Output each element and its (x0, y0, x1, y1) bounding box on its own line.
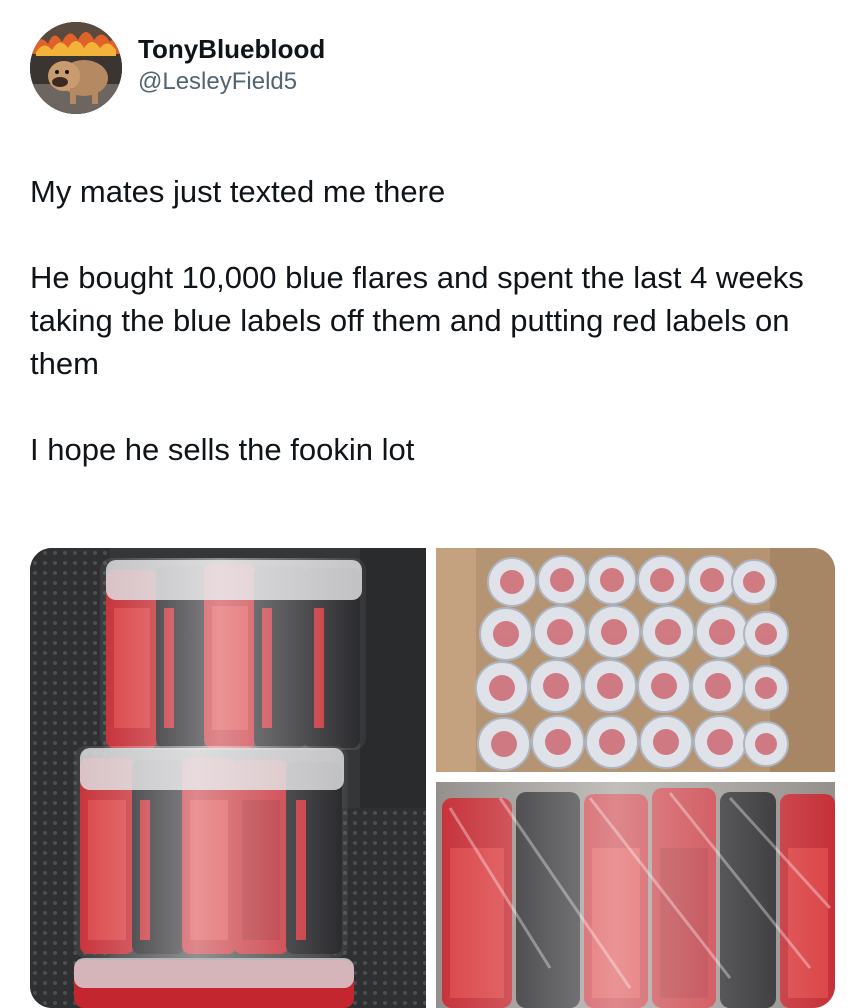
media-grid (30, 548, 835, 1008)
user-handle[interactable]: @LesleyField5 (138, 66, 538, 98)
tweet-paragraph: I hope he sells the fookin lot (30, 432, 415, 467)
photo-box-of-wrapped-flares[interactable] (436, 548, 835, 772)
tweet-paragraph: My mates just texted me there (30, 174, 446, 209)
author-names: TonyBlueblood @LesleyField5 (138, 32, 538, 98)
tweet-text: My mates just texted me there He bought … (30, 170, 830, 471)
bulldog-avatar-icon (30, 22, 122, 114)
photo-flares-closeup[interactable] (436, 782, 835, 1008)
tweet-paragraph: He bought 10,000 blue flares and spent t… (30, 260, 804, 381)
avatar[interactable] (30, 22, 122, 114)
media-grid-svg (30, 548, 835, 1008)
display-name[interactable]: TonyBlueblood (138, 32, 538, 66)
photo-red-flares-on-car-seat[interactable] (30, 548, 426, 1008)
